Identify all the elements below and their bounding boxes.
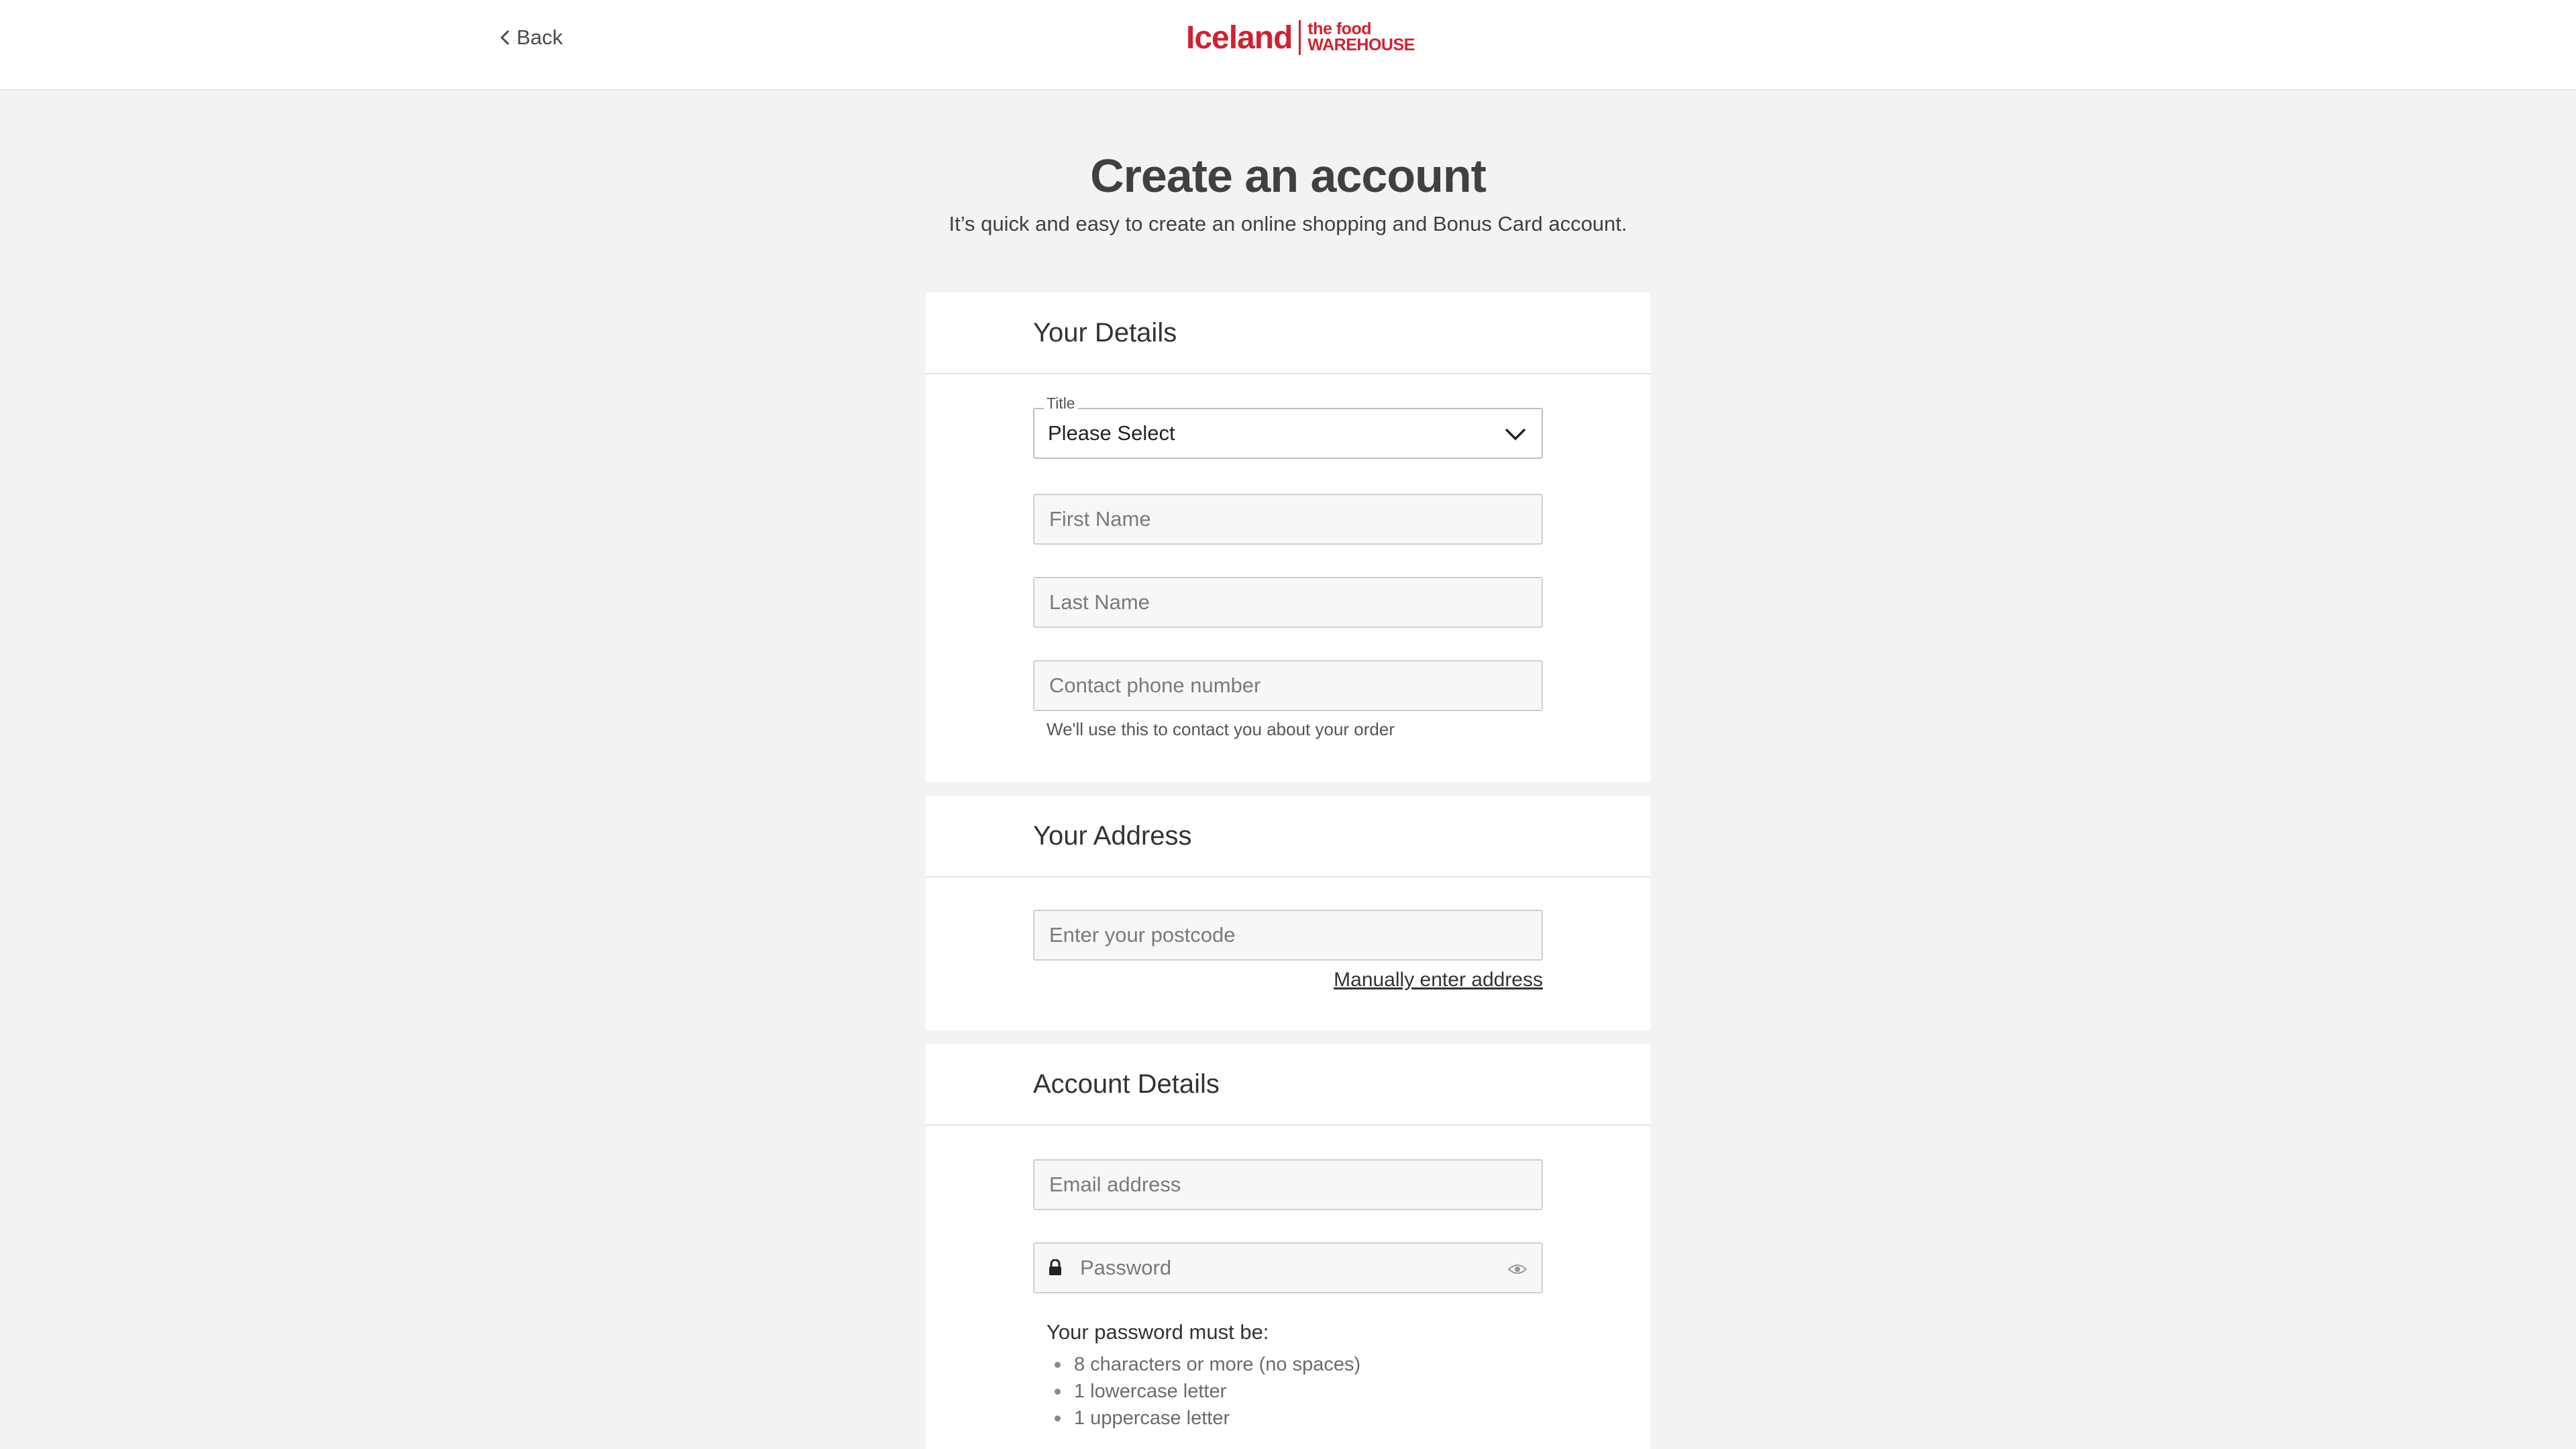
- password-field[interactable]: [1033, 1242, 1543, 1293]
- lock-icon: [1049, 1259, 1061, 1275]
- eye-icon[interactable]: [1508, 1263, 1527, 1276]
- phone-input[interactable]: [1048, 673, 1528, 698]
- email-input[interactable]: [1048, 1172, 1528, 1197]
- password-rules-title: Your password must be:: [1046, 1320, 1269, 1344]
- your-details-title: Your Details: [1033, 318, 1177, 347]
- email-field[interactable]: [1033, 1159, 1543, 1210]
- logo-food-warehouse-line2: WAREHOUSE: [1307, 36, 1415, 54]
- chevron-left-icon: [500, 30, 510, 46]
- page-subtitle: It’s quick and easy to create an online …: [949, 212, 1627, 235]
- your-details-card: Your Details Title Please Select We'll u…: [926, 292, 1650, 782]
- logo-iceland-text: Iceland: [1186, 19, 1293, 56]
- logo-divider: [1299, 20, 1301, 55]
- password-rule: 1 lowercase letter: [1046, 1378, 1360, 1405]
- chevron-down-icon: [1505, 428, 1526, 441]
- your-details-header: Your Details: [926, 292, 1650, 374]
- title-select-value: Please Select: [1048, 421, 1175, 445]
- back-label: Back: [517, 25, 563, 49]
- phone-helper-text: We'll use this to contact you about your…: [1046, 719, 1395, 739]
- password-input[interactable]: [1079, 1255, 1528, 1281]
- password-rule: 1 uppercase letter: [1046, 1405, 1360, 1432]
- postcode-input[interactable]: [1048, 922, 1528, 948]
- first-name-field[interactable]: [1033, 494, 1543, 545]
- iceland-logo[interactable]: Iceland the food WAREHOUSE: [1186, 19, 1415, 56]
- back-link[interactable]: Back: [498, 23, 563, 52]
- logo-food-warehouse: the food WAREHOUSE: [1307, 21, 1415, 54]
- account-details-header: Account Details: [926, 1044, 1650, 1126]
- password-rules-list: 8 characters or more (no spaces) 1 lower…: [1046, 1351, 1360, 1432]
- your-address-header: Your Address: [926, 796, 1650, 877]
- last-name-field[interactable]: [1033, 577, 1543, 628]
- phone-field[interactable]: [1033, 660, 1543, 711]
- your-address-card: Your Address Manually enter address: [926, 796, 1650, 1030]
- top-header: Back Iceland the food WAREHOUSE: [0, 0, 2576, 91]
- manual-address-link[interactable]: Manually enter address: [1334, 969, 1543, 991]
- account-details-card: Account Details Your password must be: 8…: [926, 1044, 1650, 1449]
- postcode-field[interactable]: [1033, 910, 1543, 961]
- title-select-label: Title: [1044, 394, 1078, 413]
- title-select[interactable]: Title Please Select: [1033, 394, 1543, 459]
- page-title: Create an account: [1090, 150, 1487, 202]
- account-details-title: Account Details: [1033, 1069, 1220, 1099]
- password-rule: 8 characters or more (no spaces): [1046, 1351, 1360, 1378]
- your-address-title: Your Address: [1033, 821, 1192, 851]
- last-name-input[interactable]: [1048, 590, 1528, 615]
- first-name-input[interactable]: [1048, 506, 1528, 532]
